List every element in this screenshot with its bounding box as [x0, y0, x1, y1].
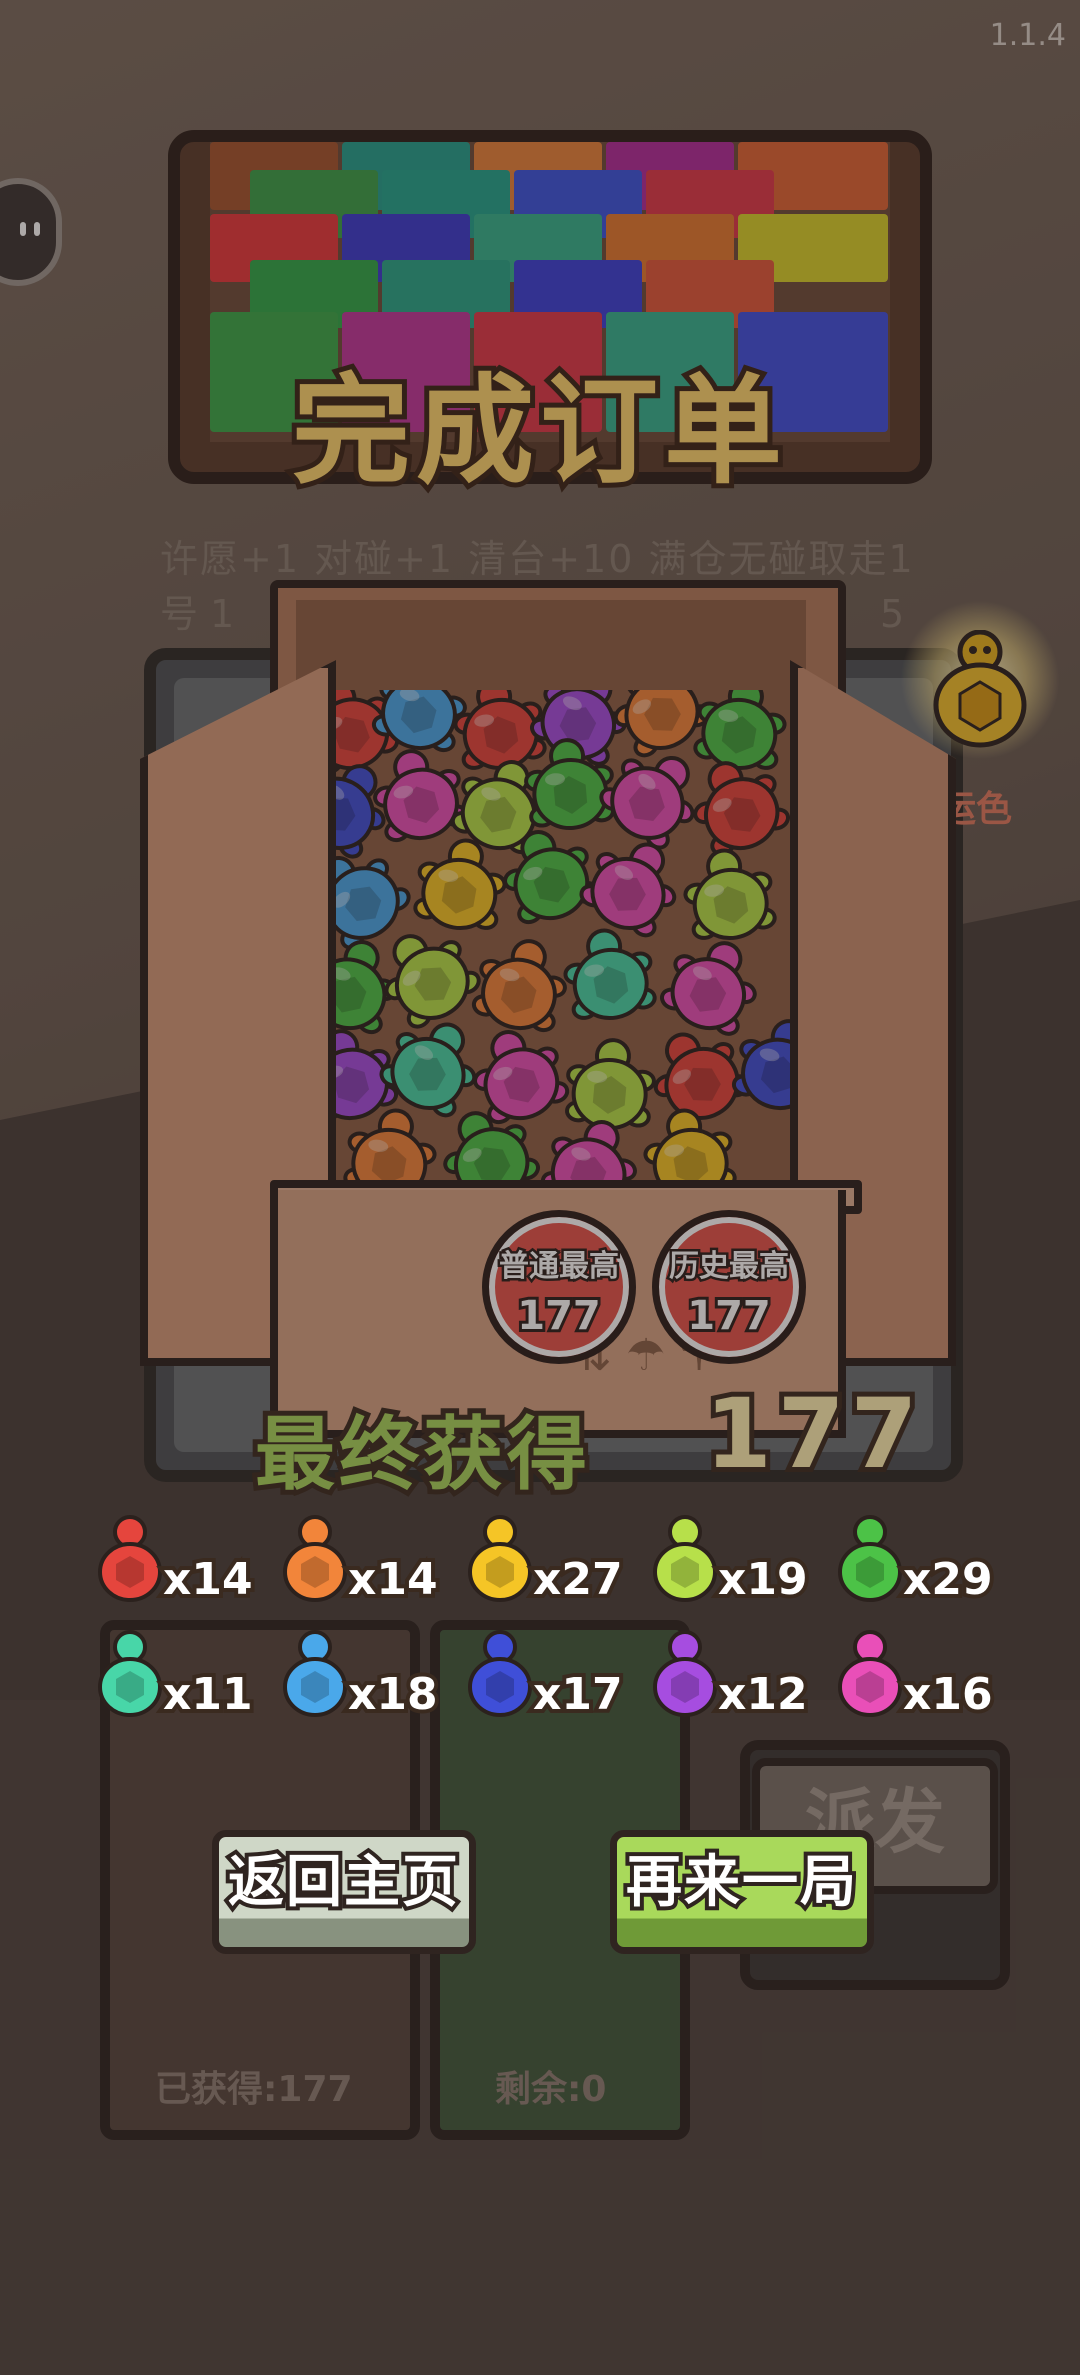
yellow-turtle-icon: [468, 1515, 532, 1602]
return-home-button[interactable]: 返回主页: [212, 1830, 476, 1954]
count-row-1: x14 x14 x27 x19 x29: [95, 1510, 997, 1620]
play-again-button[interactable]: 再来一局: [610, 1830, 874, 1954]
blue-turtle-icon: [468, 1630, 532, 1717]
count-label: x17: [529, 1665, 627, 1724]
pink-turtle-icon: [838, 1630, 902, 1717]
dim-overlay: [0, 0, 1080, 2375]
teal-turtle-icon: [98, 1630, 162, 1717]
purple-turtle-icon: [653, 1630, 717, 1717]
count-label: x18: [344, 1665, 442, 1724]
count-label: x14: [344, 1550, 442, 1609]
red-turtle-icon: [98, 1515, 162, 1602]
count-item: x12: [650, 1625, 830, 1735]
count-item: x14: [95, 1510, 275, 1620]
count-item: x14: [280, 1510, 460, 1620]
count-label: x19: [714, 1550, 812, 1609]
orange-turtle-icon: [283, 1515, 347, 1602]
count-label: x14: [159, 1550, 257, 1609]
count-item: x16: [835, 1625, 1015, 1735]
count-item: x29: [835, 1510, 1015, 1620]
count-item: x17: [465, 1625, 645, 1735]
count-label: x11: [159, 1665, 257, 1724]
count-item: x18: [280, 1625, 460, 1735]
sky-blue-turtle-icon: [283, 1630, 347, 1717]
count-row-2: x11 x18 x17 x12 x16: [95, 1625, 997, 1735]
count-item: x11: [95, 1625, 275, 1735]
count-label: x29: [899, 1550, 997, 1609]
count-label: x27: [529, 1550, 627, 1609]
count-item: x27: [465, 1510, 645, 1620]
count-label: x16: [899, 1665, 997, 1724]
lime-turtle-icon: [653, 1515, 717, 1602]
count-item: x19: [650, 1510, 830, 1620]
green-turtle-icon: [838, 1515, 902, 1602]
count-label: x12: [714, 1665, 812, 1724]
